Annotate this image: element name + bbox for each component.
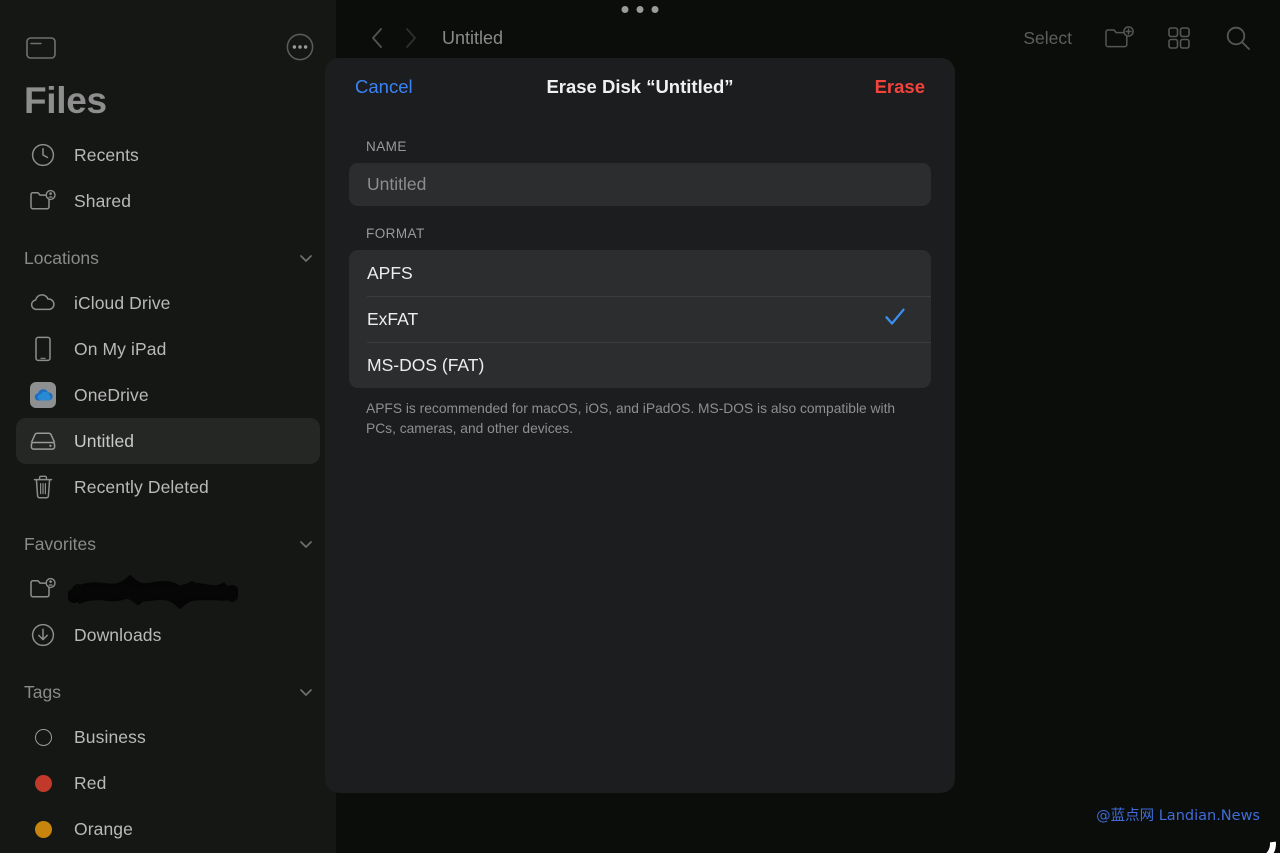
sidebar-item-label: Orange bbox=[74, 818, 133, 839]
chevron-down-icon[interactable] bbox=[298, 684, 314, 700]
sidebar-item-downloads[interactable]: Downloads bbox=[16, 612, 320, 658]
sidebar-item-label: Red bbox=[74, 772, 107, 793]
format-option-label: APFS bbox=[367, 262, 413, 283]
multitask-dot bbox=[651, 6, 659, 13]
section-title: Favorites bbox=[24, 533, 96, 554]
sidebar-item-recently-deleted[interactable]: Recently Deleted bbox=[16, 464, 320, 510]
format-option-exfat[interactable]: ExFAT bbox=[349, 296, 931, 342]
page-title: Untitled bbox=[442, 27, 504, 48]
ipad-icon bbox=[26, 336, 60, 362]
multitask-dot bbox=[636, 6, 644, 13]
name-field[interactable] bbox=[349, 163, 931, 206]
tag-dot-icon bbox=[26, 774, 60, 792]
section-title: Locations bbox=[24, 247, 99, 268]
new-folder-icon[interactable] bbox=[1104, 25, 1134, 51]
onedrive-icon bbox=[26, 380, 60, 410]
sidebar: Files Recents Shared Locations iCloud Dr… bbox=[0, 0, 336, 853]
sidebar-title: Files bbox=[24, 80, 107, 121]
sidebar-item-label: OneDrive bbox=[74, 384, 149, 405]
chevron-down-icon[interactable] bbox=[298, 536, 314, 552]
select-button[interactable]: Select bbox=[1023, 28, 1072, 49]
sidebar-section-locations[interactable]: Locations bbox=[24, 236, 314, 280]
download-circle-icon bbox=[26, 622, 60, 648]
sidebar-item-icloud-drive[interactable]: iCloud Drive bbox=[16, 280, 320, 326]
sidebar-item-label: Recently Deleted bbox=[74, 476, 209, 497]
multitasking-control[interactable] bbox=[621, 6, 659, 13]
erase-button[interactable]: Erase bbox=[875, 76, 925, 98]
sidebar-item-label: iCloud Drive bbox=[74, 292, 171, 313]
sidebar-toggle-icon[interactable] bbox=[26, 36, 56, 60]
name-section-label: NAME bbox=[366, 139, 407, 154]
forward-button[interactable] bbox=[394, 27, 428, 49]
format-options-list: APFS ExFAT MS-DOS (FAT) bbox=[349, 250, 931, 388]
chevron-down-icon[interactable] bbox=[298, 250, 314, 266]
sidebar-item-redacted-favorite[interactable] bbox=[16, 566, 320, 612]
erase-disk-dialog: Cancel Erase Disk “Untitled” Erase NAME … bbox=[325, 58, 955, 793]
ipad-screen: Untitled Select Files Recents Shared Loc… bbox=[0, 0, 1280, 853]
sidebar-item-untitled[interactable]: Untitled bbox=[16, 418, 320, 464]
dialog-header: Cancel Erase Disk “Untitled” Erase bbox=[325, 58, 955, 119]
sidebar-item-label: Business bbox=[74, 726, 146, 747]
format-section-label: FORMAT bbox=[366, 226, 425, 241]
external-drive-icon bbox=[26, 430, 60, 452]
shared-folder-icon bbox=[26, 189, 60, 213]
format-option-apfs[interactable]: APFS bbox=[349, 250, 931, 296]
sidebar-section-favorites[interactable]: Favorites bbox=[24, 522, 314, 566]
cloud-icon bbox=[26, 292, 60, 314]
sidebar-item-shared[interactable]: Shared bbox=[16, 178, 320, 224]
watermark: @蓝点网 Landian.News bbox=[1096, 808, 1260, 824]
format-option-label: ExFAT bbox=[367, 308, 419, 329]
sidebar-section-tags[interactable]: Tags bbox=[24, 670, 314, 714]
sidebar-item-on-my-ipad[interactable]: On My iPad bbox=[16, 326, 320, 372]
sidebar-item-label: On My iPad bbox=[74, 338, 167, 359]
toolbar-actions: Select bbox=[1023, 0, 1252, 76]
format-option-label: MS-DOS (FAT) bbox=[367, 354, 485, 375]
search-icon[interactable] bbox=[1224, 24, 1252, 52]
multitask-dot bbox=[621, 6, 629, 13]
format-option-msdos-fat[interactable]: MS-DOS (FAT) bbox=[349, 342, 931, 388]
sidebar-item-tag-orange[interactable]: Orange bbox=[16, 806, 320, 852]
sidebar-navigation: Recents Shared Locations iCloud Drive On… bbox=[0, 132, 336, 852]
name-input[interactable] bbox=[367, 174, 913, 195]
redaction-mark bbox=[68, 574, 238, 610]
sidebar-item-tag-business[interactable]: Business bbox=[16, 714, 320, 760]
back-button[interactable] bbox=[360, 27, 394, 49]
trash-icon bbox=[26, 474, 60, 500]
grid-view-icon[interactable] bbox=[1166, 25, 1192, 51]
clock-icon bbox=[26, 142, 60, 168]
format-help-text: APFS is recommended for macOS, iOS, and … bbox=[366, 401, 896, 436]
sidebar-item-label: Downloads bbox=[74, 624, 162, 645]
sidebar-item-label: Recents bbox=[74, 144, 139, 165]
sidebar-item-onedrive[interactable]: OneDrive bbox=[16, 372, 320, 418]
ellipsis-circle-icon[interactable] bbox=[286, 33, 314, 61]
sidebar-item-tag-red[interactable]: Red bbox=[16, 760, 320, 806]
tag-dot-icon bbox=[26, 728, 60, 746]
shared-folder-icon bbox=[26, 577, 60, 601]
checkmark-icon bbox=[883, 305, 907, 334]
section-title: Tags bbox=[24, 681, 61, 702]
sidebar-item-label: Shared bbox=[74, 190, 132, 211]
tag-dot-icon bbox=[26, 820, 60, 838]
sidebar-header: Files bbox=[0, 0, 336, 121]
dialog-title: Erase Disk “Untitled” bbox=[546, 76, 734, 97]
sidebar-item-recents[interactable]: Recents bbox=[16, 132, 320, 178]
sidebar-item-label: Untitled bbox=[74, 430, 135, 451]
